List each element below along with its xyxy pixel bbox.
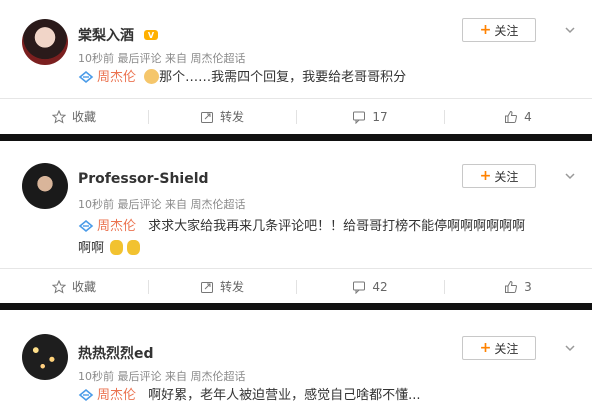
post-card: Professor-Shield 10秒前 最后评论 来自 周杰伦超话 + 关注 … (0, 141, 592, 301)
svg-text:V: V (148, 31, 155, 40)
forward-button[interactable]: 转发 (148, 269, 296, 304)
super-topic-icon (78, 219, 94, 233)
post-meta: 10秒前 最后评论 来自 周杰伦超话 (78, 370, 246, 383)
super-topic-link[interactable]: 周杰伦 (97, 70, 136, 85)
like-button[interactable]: 4 (444, 99, 592, 134)
forward-icon (200, 281, 213, 293)
emoji-icon (110, 240, 124, 255)
favorite-button[interactable]: 收藏 (0, 269, 148, 304)
thumbs-up-icon (505, 110, 518, 123)
comment-button[interactable]: 42 (296, 269, 444, 304)
separator (0, 303, 592, 310)
post-card: 热热烈烈ed 10秒前 最后评论 来自 周杰伦超话 + 关注 周杰伦 啊好累，老年… (0, 310, 592, 410)
separator (0, 134, 592, 141)
action-bar: 收藏 转发 42 3 (0, 268, 592, 304)
comment-icon (353, 281, 366, 294)
star-icon (51, 109, 66, 124)
emoji-icon (144, 69, 160, 84)
action-bar: 收藏 转发 17 4 (0, 98, 592, 134)
post-meta: 10秒前 最后评论 来自 周杰伦超话 (78, 52, 246, 65)
follow-button[interactable]: + 关注 (462, 164, 536, 188)
plus-icon: + (479, 168, 492, 184)
like-button[interactable]: 3 (444, 269, 592, 304)
member-badge-icon: V (143, 30, 158, 40)
super-topic-icon (78, 70, 94, 84)
chevron-down-icon[interactable] (564, 170, 576, 182)
emoji-icon (127, 240, 141, 255)
favorite-button[interactable]: 收藏 (0, 99, 148, 134)
chevron-down-icon[interactable] (564, 342, 576, 354)
user-name[interactable]: Professor-Shield (78, 171, 209, 187)
post-content: 周杰伦 那个……我需四个回复，我要给老哥哥积分 (78, 67, 568, 89)
follow-button[interactable]: + 关注 (462, 336, 536, 360)
avatar[interactable] (22, 19, 68, 65)
super-topic-link[interactable]: 周杰伦 (97, 388, 136, 403)
avatar[interactable] (22, 163, 68, 209)
star-icon (51, 279, 66, 294)
user-name[interactable]: 热热烈烈ed (78, 343, 154, 363)
post-card: 棠梨入酒 V 10秒前 最后评论 来自 周杰伦超话 + 关注 周杰伦 那个……我需… (0, 0, 592, 134)
super-topic-link[interactable]: 周杰伦 (97, 219, 136, 234)
comment-icon (353, 111, 366, 124)
user-name[interactable]: 棠梨入酒 V (78, 25, 159, 45)
post-content: 周杰伦 求求大家给我再来几条评论吧！！给哥哥打榜不能停啊啊啊啊啊啊 啊啊 (78, 219, 526, 256)
comment-button[interactable]: 17 (296, 99, 444, 134)
forward-icon (200, 111, 213, 123)
plus-icon: + (479, 340, 492, 356)
forward-button[interactable]: 转发 (148, 99, 296, 134)
follow-button[interactable]: + 关注 (462, 18, 536, 42)
plus-icon: + (479, 22, 492, 38)
thumbs-up-icon (505, 280, 518, 293)
avatar[interactable] (22, 334, 68, 380)
super-topic-icon (78, 388, 94, 402)
post-content: 周杰伦 啊好累，老年人被迫营业，感觉自己啥都不懂... (78, 385, 568, 407)
post-meta: 10秒前 最后评论 来自 周杰伦超话 (78, 198, 246, 211)
chevron-down-icon[interactable] (564, 24, 576, 36)
